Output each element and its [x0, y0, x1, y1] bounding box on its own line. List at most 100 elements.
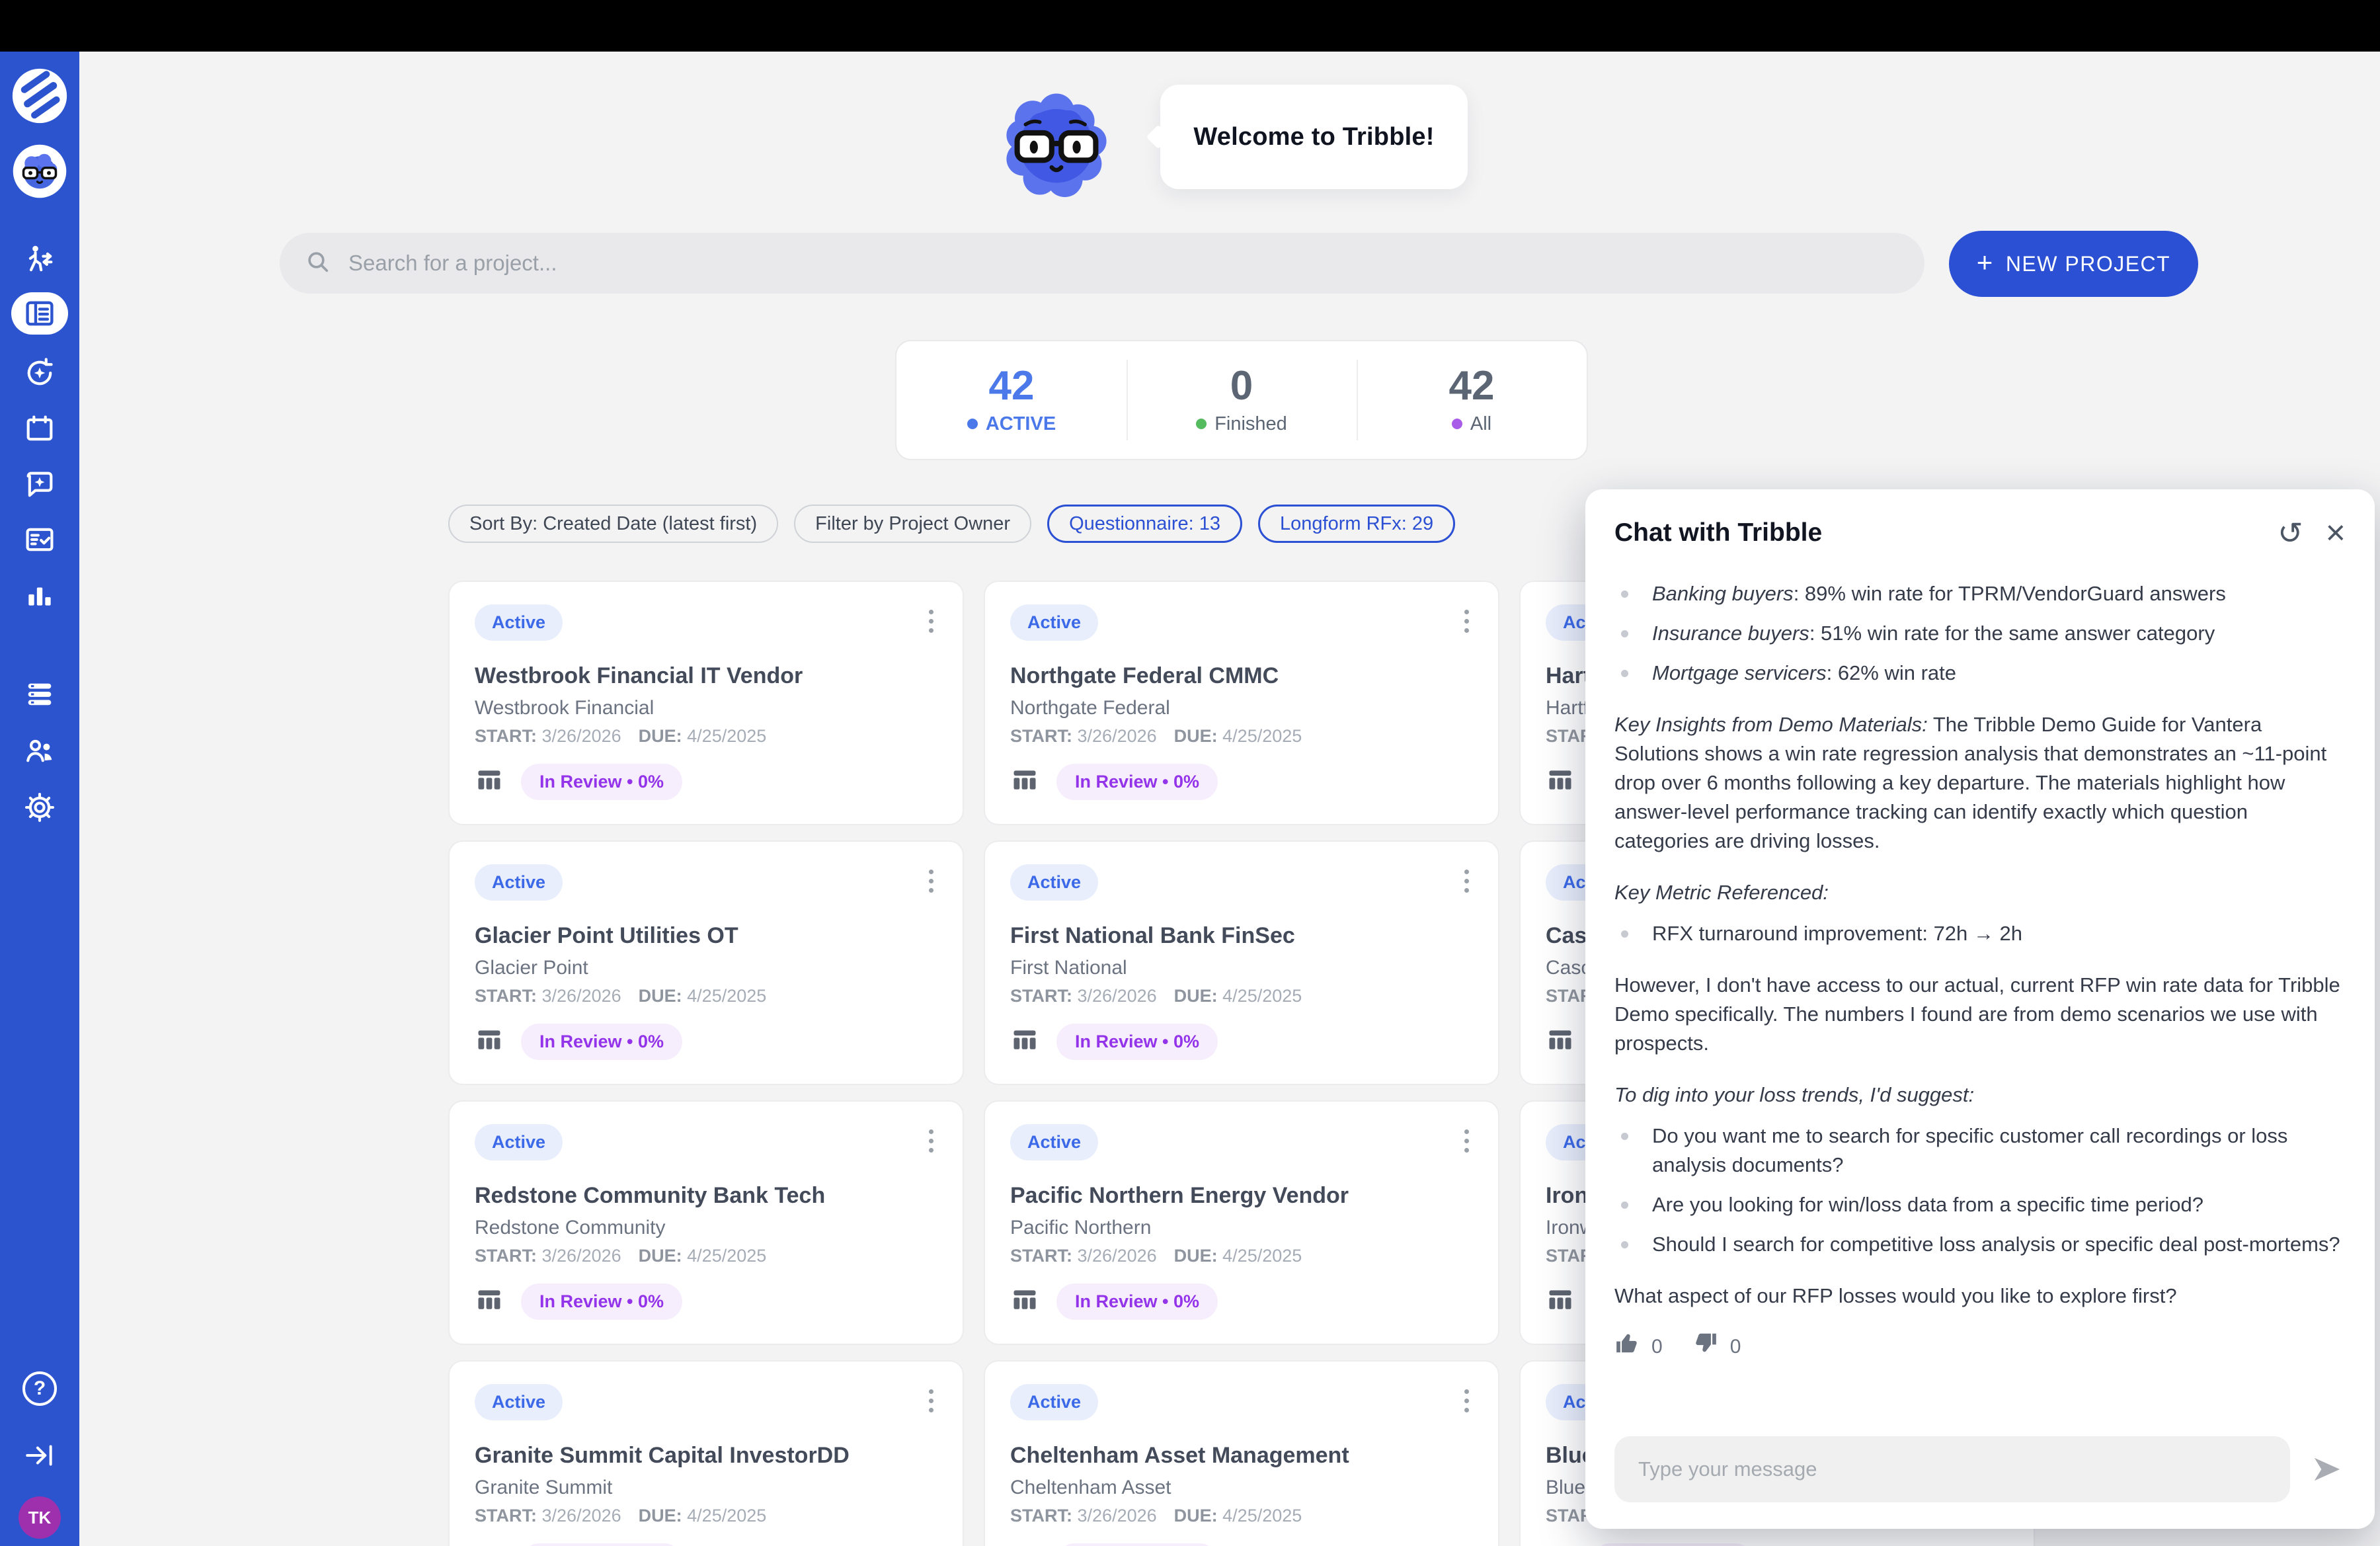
table-columns-icon: [1546, 1026, 1575, 1058]
search-icon: [305, 249, 331, 278]
project-dates: START: 3/26/2026DUE: 4/25/2025: [1010, 1246, 1473, 1266]
project-dates: START: 3/26/2026DUE: 4/25/2025: [475, 1506, 937, 1526]
project-client: Westbrook Financial: [475, 697, 937, 719]
sidebar-item-gear[interactable]: [22, 790, 57, 825]
table-columns-icon: [475, 1285, 504, 1318]
chat-close-icon[interactable]: ×: [2326, 516, 2346, 550]
sync-sparkle-icon: [22, 356, 57, 390]
sidebar-item-checklist-card[interactable]: [22, 522, 57, 557]
project-client: Pacific Northern: [1010, 1217, 1473, 1239]
project-client: First National: [1010, 957, 1473, 979]
chat-bullet-list: Banking buyers: 89% win rate for TPRM/Ve…: [1614, 579, 2346, 688]
project-card[interactable]: Active Cheltenham Asset Management Chelt…: [984, 1360, 1499, 1546]
project-title: Northgate Federal CMMC: [1010, 663, 1473, 689]
sidebar-item-chat-sparkle[interactable]: [22, 468, 57, 502]
chat-panel: Chat with Tribble ↺ × Banking buyers: 89…: [1585, 489, 2375, 1529]
chat-history-icon[interactable]: ↺: [2278, 518, 2303, 548]
card-menu-kebab-icon[interactable]: [925, 864, 937, 898]
thumbs-down-count: 0: [1730, 1333, 1741, 1362]
card-menu-kebab-icon[interactable]: [925, 1124, 937, 1158]
table-columns-icon: [475, 766, 504, 798]
bullet-dot-icon: [1621, 630, 1628, 637]
chat-paragraph: Key Insights from Demo Materials: The Tr…: [1614, 710, 2346, 856]
stat-finished[interactable]: 0 Finished: [1127, 341, 1357, 459]
sidebar-item-sync-sparkle[interactable]: [22, 356, 57, 390]
gear-icon: [22, 790, 57, 825]
project-card[interactable]: Active Westbrook Financial IT Vendor Wes…: [448, 581, 964, 825]
chat-paragraph: To dig into your loss trends, I'd sugges…: [1614, 1080, 2346, 1110]
app-page: ?TK Welcome to Tribble!: [0, 0, 2380, 1546]
project-title: Westbrook Financial IT Vendor: [475, 663, 937, 689]
card-menu-kebab-icon[interactable]: [1460, 864, 1473, 898]
help-icon[interactable]: ?: [22, 1371, 57, 1406]
sidebar-item-tribble-logo: [9, 65, 71, 127]
bullet-dot-icon: [1621, 1133, 1628, 1140]
status-badge: Active: [475, 864, 563, 901]
project-card[interactable]: Active Redstone Community Bank Tech Reds…: [448, 1100, 964, 1345]
card-menu-kebab-icon[interactable]: [1460, 1384, 1473, 1418]
status-badge: Active: [1010, 1384, 1098, 1420]
table-columns-icon: [475, 1026, 504, 1058]
table-columns-icon: [1010, 766, 1039, 798]
project-client: Glacier Point: [475, 957, 937, 979]
project-stats-card: 42 ACTIVE0 Finished42 All: [895, 340, 1588, 460]
sidebar-item-people[interactable]: [22, 733, 57, 768]
walking-person-arrows-icon: [22, 243, 57, 277]
project-dates: START: 3/26/2026DUE: 4/25/2025: [475, 1246, 937, 1266]
stat-active[interactable]: 42 ACTIVE: [896, 341, 1127, 459]
stat-label: ACTIVE: [986, 413, 1056, 435]
project-card[interactable]: Active Granite Summit Capital InvestorDD…: [448, 1360, 964, 1546]
project-client: Redstone Community: [475, 1217, 937, 1239]
user-avatar[interactable]: TK: [19, 1496, 61, 1539]
progress-badge: In Review • 0%: [521, 764, 682, 800]
chat-bullet-item: Do you want me to search for specific cu…: [1614, 1121, 2346, 1180]
send-message-icon[interactable]: [2306, 1448, 2348, 1490]
filter-chip-2[interactable]: Filter by Project Owner: [794, 505, 1031, 543]
filter-chip-3[interactable]: Questionnaire: 13: [1047, 505, 1242, 543]
project-card[interactable]: Active Northgate Federal CMMC Northgate …: [984, 581, 1499, 825]
projects-board-icon: [22, 296, 57, 331]
people-icon: [22, 733, 57, 768]
search-input[interactable]: [348, 251, 1899, 276]
sidebar-item-walking-person-arrows[interactable]: [22, 243, 57, 277]
project-title: First National Bank FinSec: [1010, 923, 1473, 949]
card-menu-kebab-icon[interactable]: [925, 604, 937, 638]
project-title: Cheltenham Asset Management: [1010, 1443, 1473, 1469]
chat-bullet-list: RFX turnaround improvement: 72h → 2h: [1614, 919, 2346, 948]
stat-dot-icon: [1452, 419, 1462, 429]
tribble-mascot-icon: [997, 86, 1116, 208]
progress-badge: In Review • 0%: [521, 1024, 682, 1060]
sidebar-item-bar-chart[interactable]: [23, 579, 56, 612]
card-menu-kebab-icon[interactable]: [1460, 604, 1473, 638]
chat-sparkle-icon: [22, 468, 57, 502]
chat-paragraph: Key Metric Referenced:: [1614, 878, 2346, 907]
checklist-card-icon: [22, 522, 57, 557]
new-project-button[interactable]: + NEW PROJECT: [1949, 231, 2198, 297]
project-client: Cheltenham Asset: [1010, 1477, 1473, 1499]
logout-arrow-icon[interactable]: [23, 1439, 56, 1472]
stat-dot-icon: [1196, 419, 1207, 429]
thumbs-up-count: 0: [1651, 1333, 1663, 1362]
project-card[interactable]: Active Pacific Northern Energy Vendor Pa…: [984, 1100, 1499, 1345]
sidebar-item-projects-board[interactable]: [11, 292, 68, 335]
project-client: Northgate Federal: [1010, 697, 1473, 719]
chat-message-input[interactable]: [1614, 1436, 2290, 1502]
table-columns-icon: [1546, 1285, 1575, 1318]
chat-message-body: Banking buyers: 89% win rate for TPRM/Ve…: [1585, 562, 2375, 1419]
project-dates: START: 3/26/2026DUE: 4/25/2025: [1010, 1506, 1473, 1526]
bar-chart-icon: [23, 579, 56, 612]
project-card[interactable]: Active First National Bank FinSec First …: [984, 840, 1499, 1085]
project-client: Granite Summit: [475, 1477, 937, 1499]
card-menu-kebab-icon[interactable]: [1460, 1124, 1473, 1158]
sidebar-item-calendar[interactable]: [22, 412, 57, 446]
filter-chip-1[interactable]: Sort By: Created Date (latest first): [448, 505, 778, 543]
card-menu-kebab-icon[interactable]: [925, 1384, 937, 1418]
sidebar-item-stacked-rows[interactable]: [22, 677, 57, 712]
thumbs-down-icon[interactable]: [1693, 1330, 1718, 1364]
thumbs-up-icon[interactable]: [1614, 1330, 1640, 1364]
project-card[interactable]: Active Glacier Point Utilities OT Glacie…: [448, 840, 964, 1085]
sidebar-item-mascot-avatar[interactable]: [12, 143, 67, 199]
stat-all[interactable]: 42 All: [1357, 341, 1587, 459]
filter-chip-4[interactable]: Longform RFx: 29: [1258, 505, 1455, 543]
status-badge: Active: [1010, 1124, 1098, 1160]
